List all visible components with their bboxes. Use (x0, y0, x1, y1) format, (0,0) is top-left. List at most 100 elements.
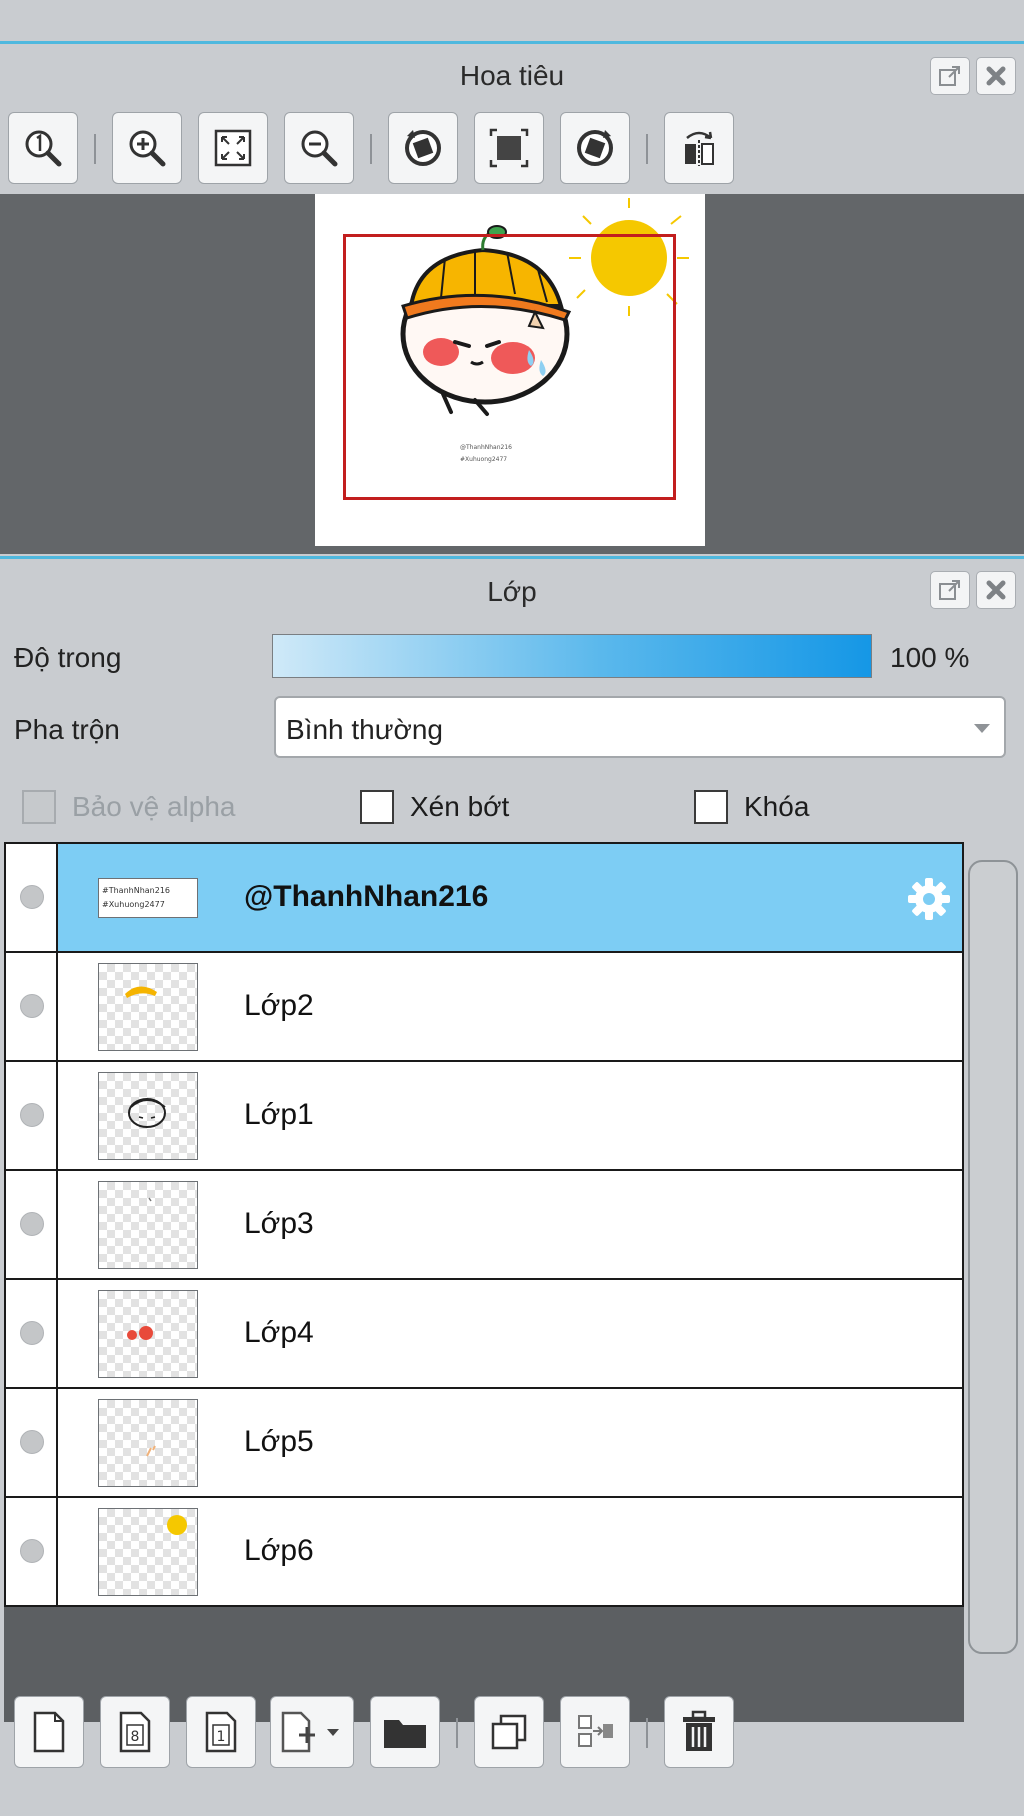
layer-thumbnail (98, 1399, 198, 1487)
layer-name: Lớp2 (244, 989, 314, 1022)
zoom-actual-button[interactable] (8, 112, 78, 184)
visibility-toggle[interactable] (6, 1389, 58, 1496)
layers-title: Lớp (487, 576, 537, 607)
layer-settings-button[interactable] (906, 876, 952, 927)
close-button[interactable] (976, 57, 1016, 95)
clipping-label: Xén bớt (410, 791, 510, 822)
layer-name: Lớp3 (244, 1207, 314, 1240)
clipping-checkbox[interactable]: Xén bớt (360, 790, 509, 824)
rotate-left-button[interactable] (388, 112, 458, 184)
merge-down-icon (578, 1715, 613, 1747)
canvas-preview: @ThanhNhan216 #Xuhuong2477 (315, 194, 705, 546)
visibility-toggle[interactable] (6, 1062, 58, 1169)
layer-thumbnail: #ThanhNhan216 #Xuhuong2477 (98, 878, 198, 918)
undock-button[interactable] (930, 571, 970, 609)
layers-panel: Lớp Độ trong 100 % Pha trộn Bình thường … (0, 556, 1024, 1816)
watermark-line-1: @ThanhNhan216 (460, 444, 512, 451)
panel-top-strip (0, 0, 1024, 44)
visibility-toggle[interactable] (6, 1498, 58, 1605)
new-1bit-layer-icon: 1 (205, 1711, 237, 1753)
layer-list-scrollbar[interactable] (966, 842, 1018, 1722)
navigator-title: Hoa tiêu (459, 60, 565, 91)
new-1bit-layer-button[interactable]: 1 (186, 1696, 256, 1768)
flip-horizontal-icon (685, 131, 714, 166)
navigator-window-buttons (930, 57, 1016, 95)
close-icon (986, 580, 1006, 600)
lock-checkbox[interactable]: Khóa (694, 790, 809, 824)
opacity-slider[interactable] (272, 634, 872, 678)
new-folder-button[interactable] (370, 1696, 440, 1768)
panel-top-line (0, 556, 1024, 559)
layer-name: Lớp6 (244, 1534, 314, 1567)
rotate-left-icon (405, 130, 441, 166)
delete-layer-icon (683, 1710, 715, 1751)
new-layer-button[interactable] (14, 1696, 84, 1768)
layers-window-buttons (930, 571, 1016, 609)
checkbox-box (360, 790, 394, 824)
checkbox-box (22, 790, 56, 824)
visibility-dot-icon (20, 994, 44, 1018)
thumb-text-line-2: #Xuhuong2477 (102, 900, 165, 909)
svg-text:8: 8 (131, 1729, 140, 1745)
zoom-actual-icon (25, 130, 62, 167)
close-icon (986, 66, 1006, 86)
toolbar-separator (94, 134, 96, 164)
layer-thumbnail (98, 1290, 198, 1378)
new-layer-icon (33, 1711, 65, 1753)
layer-row-lop1[interactable]: Lớp1 (4, 1060, 964, 1171)
undock-icon (939, 580, 960, 600)
layer-row-lop6[interactable]: Lớp6 (4, 1496, 964, 1607)
close-button[interactable] (976, 571, 1016, 609)
zoom-out-button[interactable] (284, 112, 354, 184)
reset-rotation-button[interactable] (474, 112, 544, 184)
lock-label: Khóa (744, 791, 810, 822)
layer-thumbnail (98, 963, 198, 1051)
merge-down-button[interactable] (560, 1696, 630, 1768)
layer-thumbnail (98, 1181, 198, 1269)
layer-row-thanhnhan216[interactable]: #ThanhNhan216 #Xuhuong2477 @ThanhNhan216 (4, 842, 964, 953)
visibility-dot-icon (20, 1321, 44, 1345)
visibility-toggle[interactable] (6, 1280, 58, 1387)
visibility-toggle[interactable] (6, 844, 58, 951)
toolbar-separator (646, 134, 648, 164)
blend-mode-select[interactable]: Bình thường (274, 696, 1006, 758)
scrollbar-thumb[interactable] (968, 860, 1018, 1654)
layer-row-lop5[interactable]: Lớp5 (4, 1387, 964, 1498)
rotate-right-button[interactable] (560, 112, 630, 184)
zoom-in-button[interactable] (112, 112, 182, 184)
layer-row-lop3[interactable]: Lớp3 (4, 1169, 964, 1280)
layer-thumbnail (98, 1508, 198, 1596)
protect-alpha-label: Bảo vệ alpha (72, 791, 236, 822)
duplicate-layer-button[interactable] (474, 1696, 544, 1768)
opacity-value: 100 % (890, 642, 970, 673)
visibility-toggle[interactable] (6, 1171, 58, 1278)
protect-alpha-checkbox[interactable]: Bảo vệ alpha (22, 790, 235, 824)
layer-row-lop2[interactable]: Lớp2 (4, 951, 964, 1062)
navigator-view[interactable]: @ThanhNhan216 #Xuhuong2477 (0, 194, 1024, 554)
zoom-out-icon (301, 130, 338, 167)
layer-row-lop4[interactable]: Lớp4 (4, 1278, 964, 1389)
undock-icon (939, 66, 960, 86)
delete-layer-button[interactable] (664, 1696, 734, 1768)
visibility-dot-icon (20, 885, 44, 909)
layers-toolbar: 8 1 (0, 1692, 1024, 1772)
visibility-dot-icon (20, 1430, 44, 1454)
visibility-dot-icon (20, 1212, 44, 1236)
add-layer-dropdown-button[interactable] (270, 1696, 354, 1768)
undock-button[interactable] (930, 57, 970, 95)
layer-thumbnail (98, 1072, 198, 1160)
viewport-rectangle[interactable] (343, 234, 676, 500)
layer-list: #ThanhNhan216 #Xuhuong2477 @ThanhNhan216 (4, 842, 964, 1722)
flip-horizontal-button[interactable] (664, 112, 734, 184)
fit-window-button[interactable] (198, 112, 268, 184)
toolbar-separator (370, 134, 372, 164)
layer-name: Lớp1 (244, 1098, 314, 1131)
visibility-toggle[interactable] (6, 953, 58, 1060)
visibility-dot-icon (20, 1539, 44, 1563)
rotate-right-icon (577, 130, 613, 166)
reset-rotation-icon (489, 128, 529, 168)
new-8bit-layer-button[interactable]: 8 (100, 1696, 170, 1768)
checkbox-box (694, 790, 728, 824)
watermark-line-2: #Xuhuong2477 (460, 456, 508, 463)
new-8bit-layer-icon: 8 (119, 1711, 151, 1753)
